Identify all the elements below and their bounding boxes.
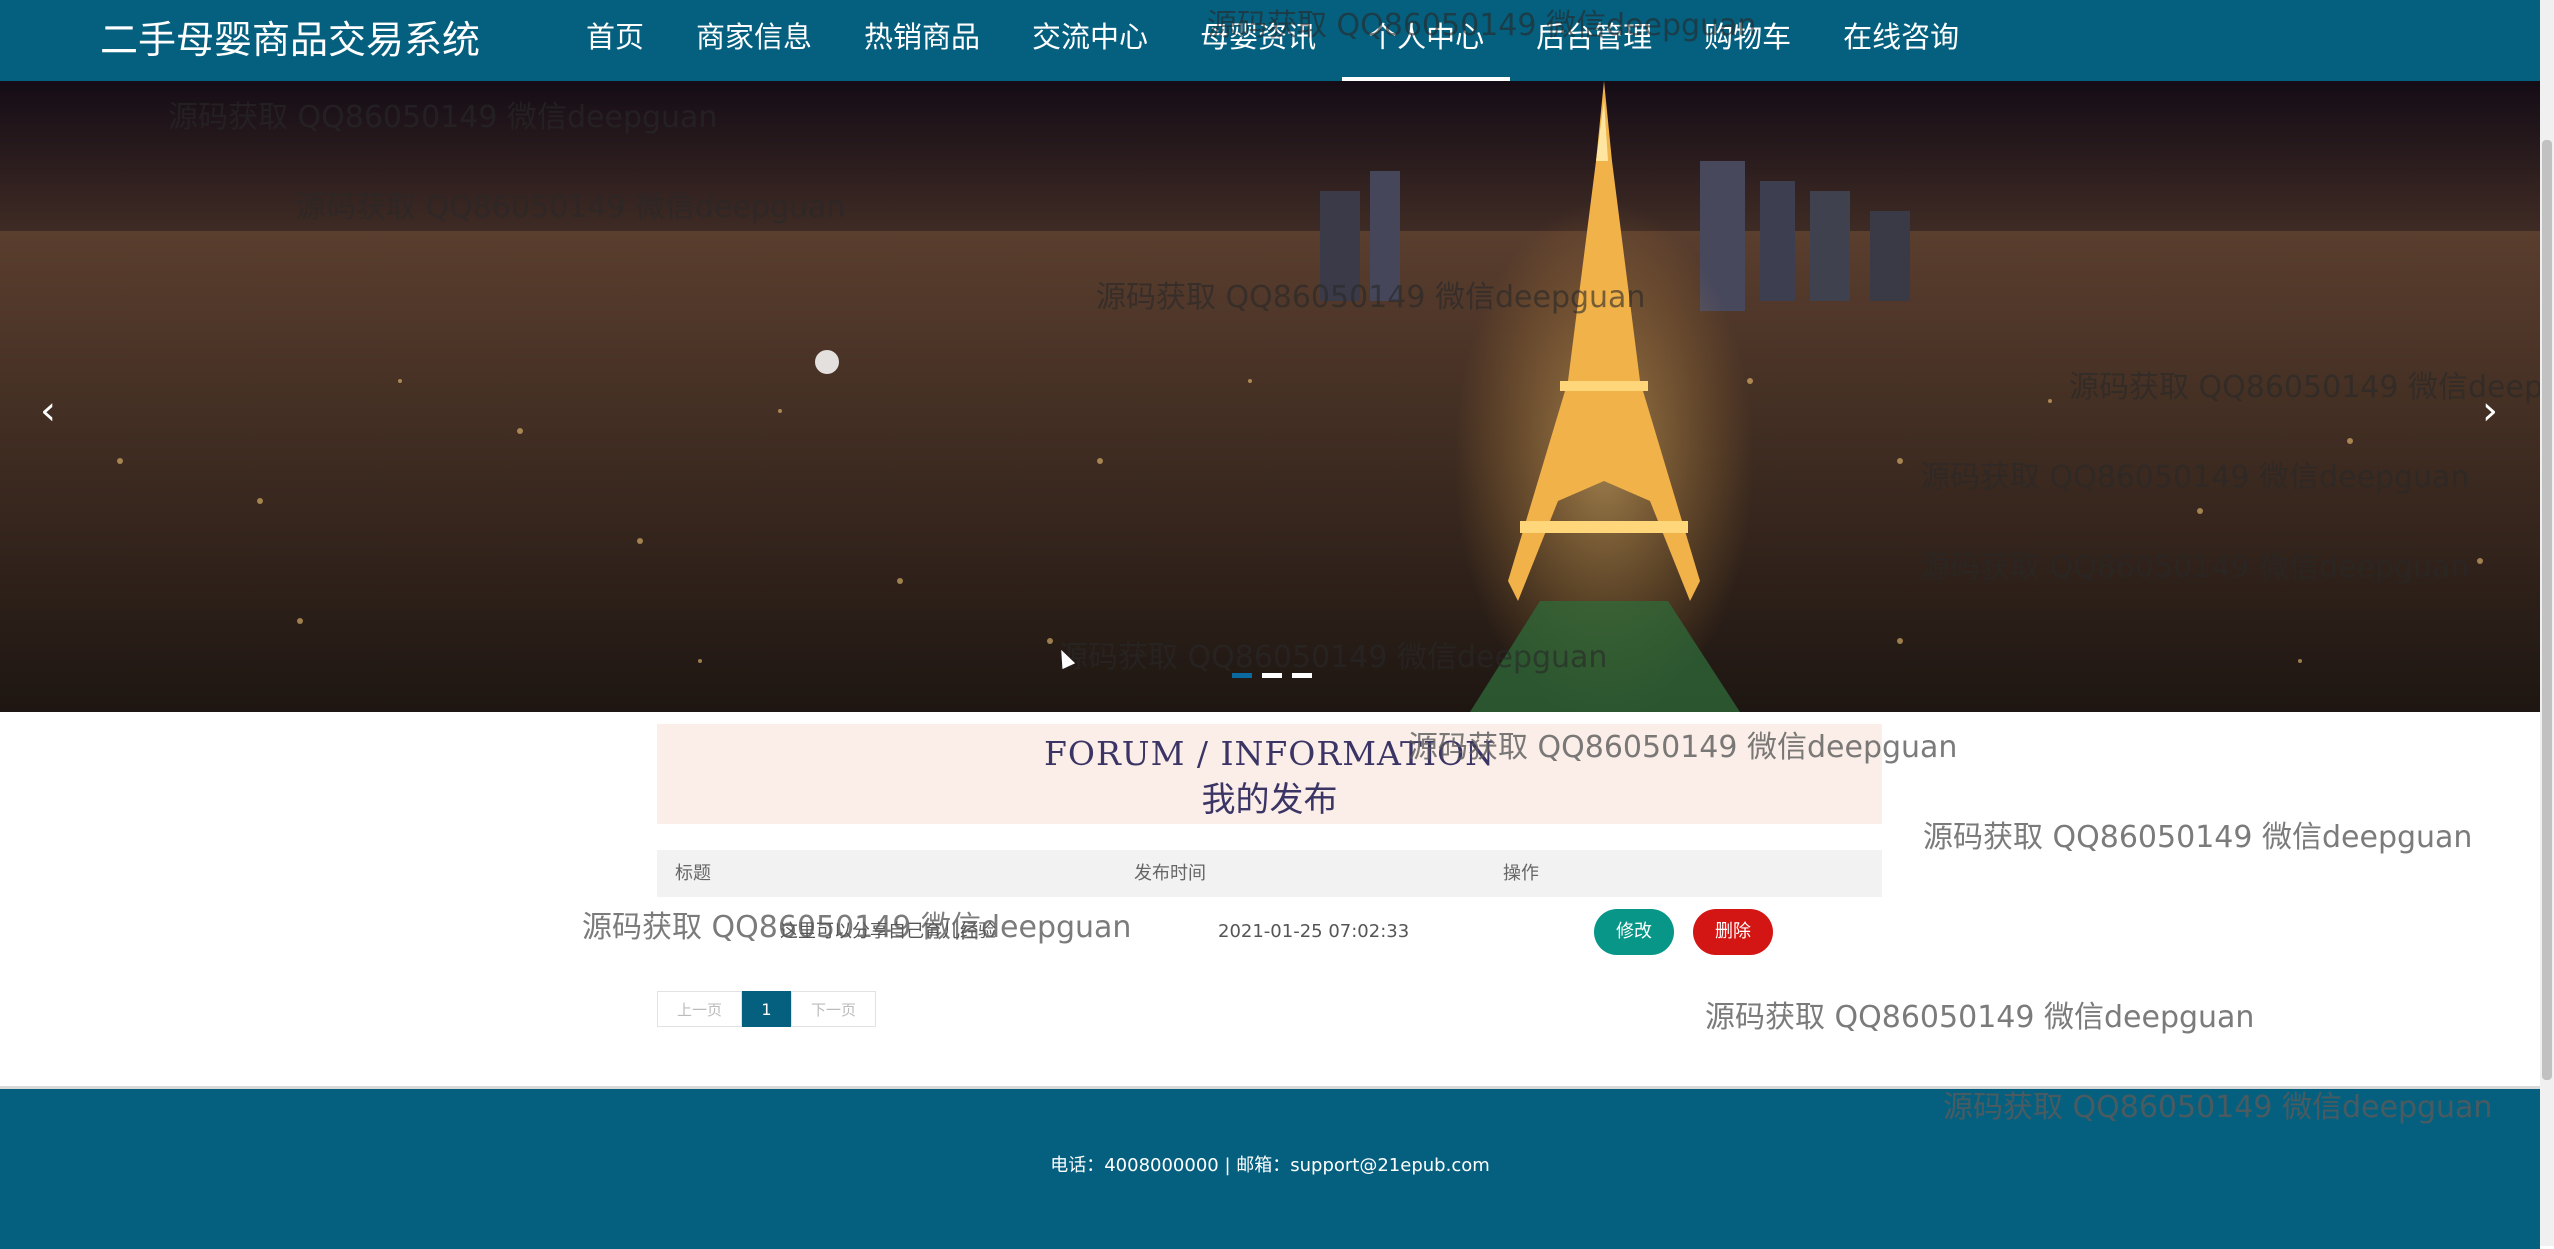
carousel-dot[interactable]	[1262, 673, 1282, 678]
delete-button[interactable]: 删除	[1693, 909, 1773, 955]
banner-carousel: ‹ ›	[0, 81, 2540, 712]
post-time: 2021-01-25 07:02:33	[1218, 921, 1410, 942]
section-title-en: FORUM / INFORMATION	[1044, 734, 1495, 773]
pagination: 上一页 1 下一页	[657, 991, 876, 1027]
column-header-title: 标题	[675, 863, 711, 884]
nav-item-consult[interactable]: 在线咨询	[1817, 0, 1985, 81]
carousel-indicators	[1232, 673, 1312, 678]
section-header: FORUM / INFORMATION 我的发布	[657, 724, 1882, 824]
edit-button[interactable]: 修改	[1594, 909, 1674, 955]
section-title-cn: 我的发布	[1201, 780, 1338, 820]
nav-item-personal-center[interactable]: 个人中心	[1342, 0, 1511, 81]
page-scrollbar[interactable]	[2540, 0, 2554, 1246]
banner-city-night-image	[0, 81, 2540, 712]
column-header-time: 发布时间	[1134, 863, 1206, 884]
nav-item-cart[interactable]: 购物车	[1678, 0, 1817, 81]
pagination-next-button[interactable]: 下一页	[791, 991, 876, 1027]
pagination-prev-button[interactable]: 上一页	[657, 991, 742, 1027]
main-nav: 首页 商家信息 热销商品 交流中心 母婴资讯 个人中心 后台管理 购物车 在线咨…	[560, 0, 1985, 81]
pagination-current-page[interactable]: 1	[742, 991, 791, 1027]
carousel-next-arrow[interactable]: ›	[2470, 381, 2510, 441]
nav-item-merchants[interactable]: 商家信息	[670, 0, 838, 81]
scrollbar-thumb[interactable]	[2542, 140, 2552, 1080]
watermark: 源码获取 QQ86050149 微信deepguan	[1705, 1000, 2255, 1035]
post-title[interactable]: 这里可以分享自己育儿经验	[780, 897, 996, 967]
carousel-prev-arrow[interactable]: ‹	[28, 381, 68, 441]
carousel-dot[interactable]	[1232, 673, 1252, 678]
my-posts-table: 标题 发布时间 操作 这里可以分享自己育儿经验 2021-01-25 07:02…	[657, 850, 1882, 968]
nav-item-home[interactable]: 首页	[560, 0, 670, 81]
carousel-dot[interactable]	[1292, 673, 1312, 678]
table-header: 标题 发布时间 操作	[657, 850, 1882, 897]
column-header-actions: 操作	[1503, 863, 1539, 884]
footer-contact: 电话：4008000000 | 邮箱：support@21epub.com	[1050, 1155, 1490, 1176]
nav-item-forum[interactable]: 交流中心	[1006, 0, 1174, 81]
nav-item-hot-products[interactable]: 热销商品	[838, 0, 1006, 81]
nav-item-news[interactable]: 母婴资讯	[1174, 0, 1342, 81]
watermark: 源码获取 QQ86050149 微信deepguan	[1923, 820, 2473, 855]
footer: 电话：4008000000 | 邮箱：support@21epub.com	[0, 1086, 2540, 1249]
top-nav-bar: 二手母婴商品交易系统 首页 商家信息 热销商品 交流中心 母婴资讯 个人中心 后…	[0, 0, 2540, 81]
nav-item-admin[interactable]: 后台管理	[1510, 0, 1678, 81]
app-title[interactable]: 二手母婴商品交易系统	[100, 12, 480, 68]
